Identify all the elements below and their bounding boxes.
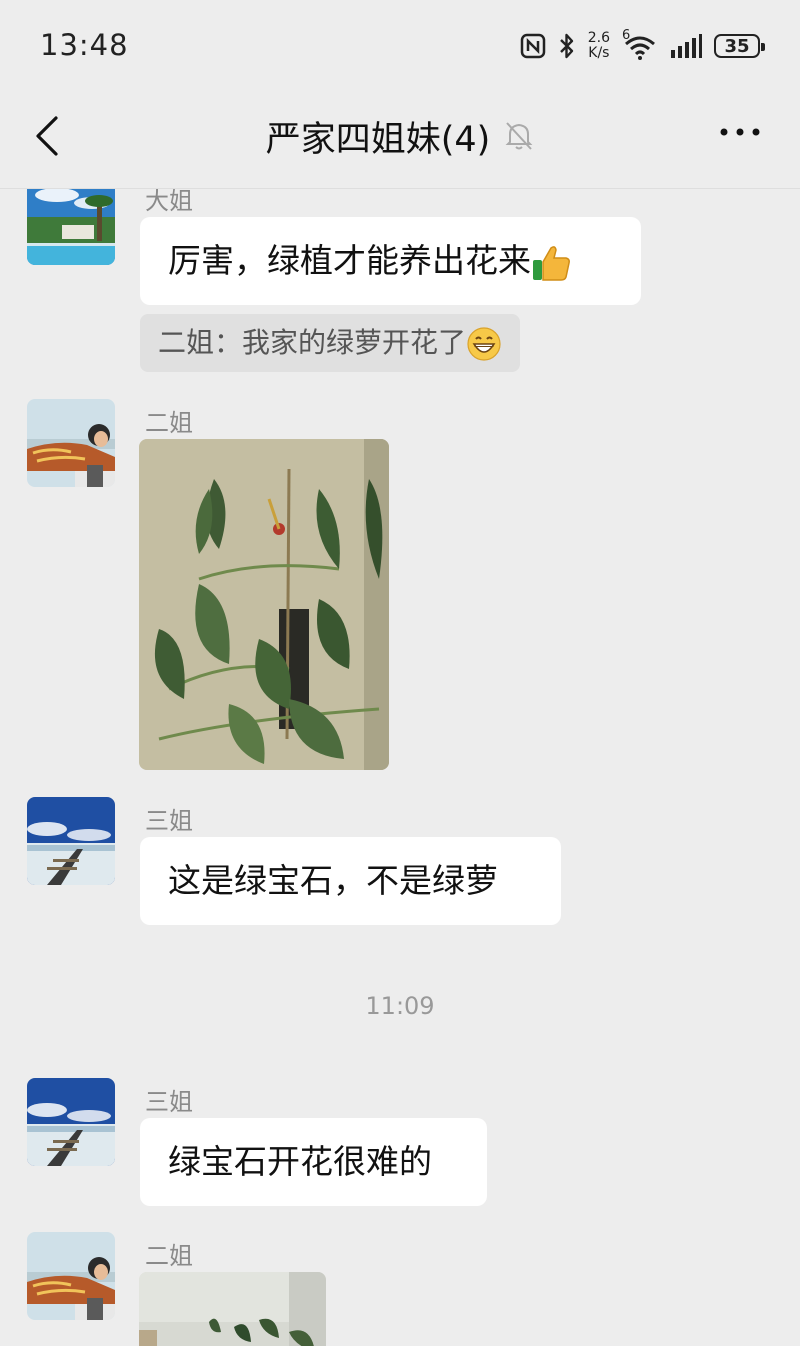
status-bar: 13:48 2.6 K/s 6 35 <box>0 0 800 92</box>
message-text: 绿宝石开花很难的 <box>168 1142 432 1181</box>
philodendron-plant-photo[interactable] <box>139 439 389 770</box>
chat-header: 严家四姐妹(4) <box>0 92 800 188</box>
thumbs-up-emoji <box>533 245 570 281</box>
wifi-icon: 6 <box>622 28 658 60</box>
bluetooth-icon <box>559 33 573 59</box>
message-text: 厉害，绿植才能养出花来 <box>168 241 531 280</box>
avatar-sanjie[interactable] <box>27 797 115 885</box>
bell-off-icon <box>505 122 533 150</box>
sender-name: 三姐 <box>145 1088 193 1116</box>
avatar-dajie[interactable] <box>27 189 115 265</box>
sender-name: 大姐 <box>145 189 193 215</box>
grinning-emoji <box>467 327 501 361</box>
avatar-erjie[interactable] <box>27 399 115 487</box>
status-time: 13:48 <box>40 28 129 62</box>
message-list[interactable]: 大姐 厉害，绿植才能养出花来 二姐：我家的绿萝开花了 二姐 三姐 这是绿宝石，不… <box>0 189 800 1346</box>
sender-name: 二姐 <box>145 409 193 437</box>
salt-lake-photo-avatar <box>27 1078 115 1166</box>
person-photo-avatar <box>27 399 115 487</box>
salt-lake-photo-avatar <box>27 797 115 885</box>
resort-photo-avatar <box>27 189 115 265</box>
sender-name: 二姐 <box>145 1242 193 1270</box>
timestamp: 11:09 <box>365 992 435 1020</box>
network-speed: 2.6 K/s <box>587 30 610 61</box>
plant-photo-partial[interactable] <box>139 1272 326 1346</box>
message-bubble[interactable]: 绿宝石开花很难的 <box>140 1118 487 1206</box>
person-photo-avatar <box>27 1232 115 1320</box>
more-dots-icon[interactable] <box>720 124 760 140</box>
message-bubble[interactable]: 厉害，绿植才能养出花来 <box>140 217 641 305</box>
chat-title: 严家四姐妹(4) <box>265 119 491 160</box>
quoted-message[interactable]: 二姐：我家的绿萝开花了 <box>140 314 521 372</box>
message-bubble[interactable]: 这是绿宝石，不是绿萝 <box>140 837 561 925</box>
sender-name: 三姐 <box>145 807 193 835</box>
signal-icon <box>671 34 702 58</box>
battery-indicator: 35 <box>714 34 765 58</box>
avatar-erjie[interactable] <box>27 1232 115 1320</box>
status-icons: 2.6 K/s 6 35 <box>520 28 765 64</box>
message-text: 这是绿宝石，不是绿萝 <box>168 861 498 900</box>
nfc-icon <box>520 33 545 59</box>
avatar-sanjie[interactable] <box>27 1078 115 1166</box>
